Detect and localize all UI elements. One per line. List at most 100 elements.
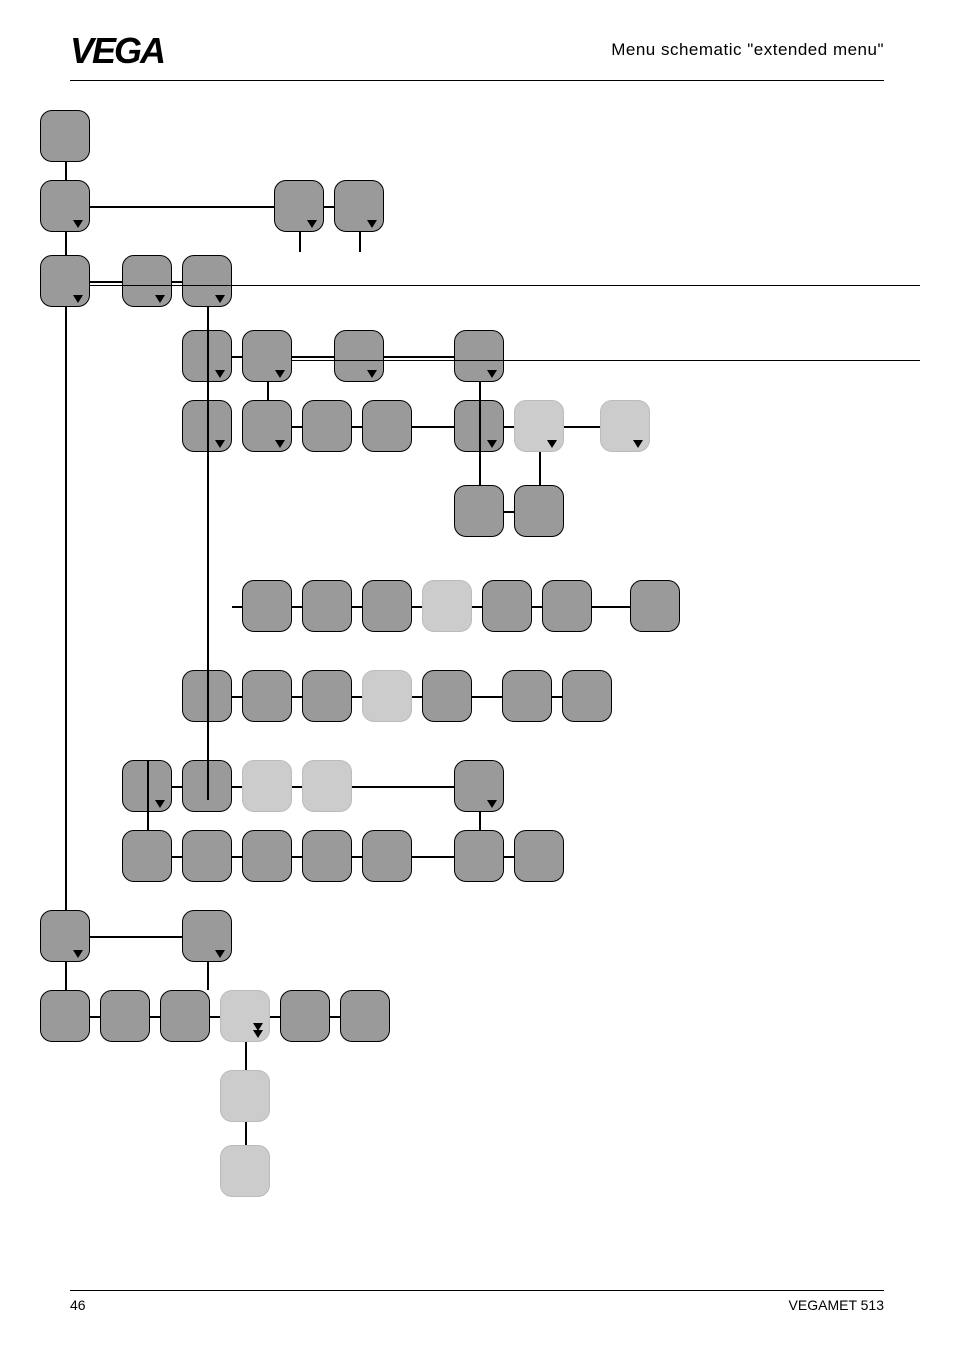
menu-node-b29	[242, 670, 292, 722]
connector-line	[504, 856, 514, 858]
expand-arrow-icon	[73, 950, 83, 958]
connector-line	[352, 426, 362, 428]
menu-node-b33	[502, 670, 552, 722]
connector-line	[65, 232, 67, 255]
menu-node-b21	[242, 580, 292, 632]
expand-arrow-icon	[73, 220, 83, 228]
connector-line	[207, 696, 209, 760]
connector-line	[147, 760, 149, 830]
menu-node-b23	[362, 580, 412, 632]
connector-line	[384, 356, 454, 358]
connector-line	[412, 696, 422, 698]
connector-line	[292, 426, 302, 428]
menu-node-b43	[302, 830, 352, 882]
expand-arrow-icon	[307, 220, 317, 228]
menu-node-b46	[514, 830, 564, 882]
menu-node-b31	[362, 670, 412, 722]
connector-line	[504, 426, 514, 428]
connector-line	[90, 281, 122, 283]
connector-line	[232, 856, 242, 858]
menu-node-b1	[40, 110, 90, 162]
expand-arrow-icon	[487, 800, 497, 808]
connector-line	[207, 452, 209, 670]
connector-line	[592, 606, 630, 608]
page-header: VEGA Menu schematic "extended menu"	[70, 40, 884, 81]
expand-arrow-icon	[253, 1030, 263, 1038]
connector-line	[292, 786, 302, 788]
connector-line	[207, 382, 209, 400]
connector-line	[245, 1122, 247, 1145]
connector-line	[412, 856, 454, 858]
menu-node-b44	[362, 830, 412, 882]
connector-line	[90, 936, 182, 938]
page-footer: 46 VEGAMET 513	[70, 1290, 884, 1313]
connector-line	[232, 356, 242, 358]
menu-node-b38	[302, 760, 352, 812]
connector-line	[292, 856, 302, 858]
connector-line	[90, 285, 920, 286]
connector-line	[324, 206, 334, 208]
menu-node-b15	[362, 400, 412, 452]
connector-line	[292, 356, 334, 358]
connector-line	[352, 606, 362, 608]
connector-line	[90, 1016, 100, 1018]
menu-node-b19	[454, 485, 504, 537]
connector-line	[65, 307, 67, 910]
connector-line	[299, 232, 301, 252]
expand-arrow-icon	[155, 295, 165, 303]
menu-node-b22	[302, 580, 352, 632]
page-title: Menu schematic "extended menu"	[611, 40, 884, 60]
expand-arrow-icon	[155, 800, 165, 808]
connector-line	[245, 1042, 247, 1070]
expand-arrow-icon	[215, 295, 225, 303]
connector-line	[150, 1016, 160, 1018]
connector-line	[232, 696, 242, 698]
connector-line	[207, 962, 209, 990]
menu-node-b34	[562, 670, 612, 722]
menu-node-b50	[100, 990, 150, 1042]
expand-arrow-icon	[547, 440, 557, 448]
connector-line	[172, 786, 182, 788]
expand-arrow-icon	[367, 370, 377, 378]
expand-arrow-icon	[215, 440, 225, 448]
connector-line	[292, 606, 302, 608]
expand-arrow-icon	[275, 370, 285, 378]
menu-node-b55	[220, 1070, 270, 1122]
connector-line	[292, 696, 302, 698]
connector-line	[232, 786, 242, 788]
logo: VEGA	[70, 30, 164, 72]
expand-arrow-icon	[253, 1023, 263, 1031]
connector-line	[359, 232, 361, 252]
menu-node-b25	[482, 580, 532, 632]
connector-line	[479, 452, 481, 485]
connector-line	[172, 281, 182, 283]
menu-node-b45	[454, 830, 504, 882]
connector-line	[532, 606, 542, 608]
connector-line	[270, 1016, 280, 1018]
connector-line	[552, 696, 562, 698]
menu-node-b40	[122, 830, 172, 882]
connector-line	[292, 360, 920, 361]
connector-line	[352, 786, 454, 788]
connector-line	[65, 962, 67, 990]
expand-arrow-icon	[275, 440, 285, 448]
connector-line	[352, 696, 362, 698]
connector-line	[330, 1016, 340, 1018]
menu-node-b26	[542, 580, 592, 632]
page-number: 46	[70, 1291, 86, 1313]
expand-arrow-icon	[73, 295, 83, 303]
connector-line	[412, 606, 422, 608]
connector-line	[564, 426, 600, 428]
expand-arrow-icon	[215, 950, 225, 958]
menu-node-b27	[630, 580, 680, 632]
expand-arrow-icon	[367, 220, 377, 228]
menu-node-b56	[220, 1145, 270, 1197]
menu-schematic-diagram	[30, 100, 910, 1230]
connector-line	[90, 206, 274, 208]
menu-node-b51	[160, 990, 210, 1042]
connector-line	[412, 426, 454, 428]
menu-node-b37	[242, 760, 292, 812]
connector-line	[352, 856, 362, 858]
expand-arrow-icon	[487, 440, 497, 448]
menu-node-b41	[182, 830, 232, 882]
